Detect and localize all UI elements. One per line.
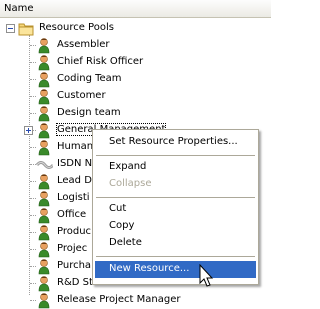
tree-item-label: Customer bbox=[57, 90, 106, 101]
tree-line bbox=[29, 35, 30, 295]
tree-item-label: Chief Risk Officer bbox=[57, 56, 144, 67]
tree-item-label: Coding Team bbox=[57, 73, 122, 84]
tree-item-label: Lead D bbox=[57, 175, 92, 186]
collapse-toggle[interactable] bbox=[6, 24, 15, 33]
context-menu: Set Resource Properties... Expand Collap… bbox=[92, 129, 259, 285]
person-icon bbox=[38, 293, 50, 309]
person-icon bbox=[38, 276, 50, 292]
tree-item-label: Projec bbox=[57, 243, 88, 254]
tree-item-design-team[interactable]: Design team bbox=[30, 105, 256, 122]
tree-item-chief-risk-officer[interactable]: Chief Risk Officer bbox=[30, 54, 256, 71]
menu-item-delete[interactable]: Delete bbox=[95, 235, 256, 252]
tree-item-label: Produc bbox=[57, 226, 92, 237]
person-icon bbox=[38, 259, 50, 275]
tree-item-label: ISDN N bbox=[57, 158, 93, 169]
tree-item-label: Assembler bbox=[57, 39, 110, 50]
tree-root-resource-pools[interactable]: Resource Pools bbox=[4, 20, 204, 37]
tree-item-label: Design team bbox=[57, 107, 121, 118]
menu-separator bbox=[96, 155, 255, 156]
mouse-pointer-icon bbox=[199, 264, 214, 287]
person-icon bbox=[38, 191, 50, 207]
tree-item-label: Purcha bbox=[57, 260, 92, 271]
tree-item-assembler[interactable]: Assembler bbox=[30, 37, 256, 54]
person-icon bbox=[38, 242, 50, 258]
tree-item-label: Release Project Manager bbox=[57, 294, 181, 305]
person-icon bbox=[38, 140, 50, 156]
menu-item-new-resource[interactable]: New Resource... bbox=[95, 261, 256, 278]
menu-item-cut[interactable]: Cut bbox=[95, 201, 256, 218]
person-icon bbox=[38, 123, 50, 139]
menu-item-copy[interactable]: Copy bbox=[95, 218, 256, 235]
tree-root-label: Resource Pools bbox=[39, 22, 114, 33]
column-header[interactable]: Name bbox=[0, 0, 271, 18]
tree-item-release-project-manager[interactable]: Release Project Manager bbox=[30, 292, 256, 309]
expand-toggle[interactable] bbox=[24, 126, 33, 135]
tree-item-label: Human bbox=[57, 141, 94, 152]
menu-item-set-resource-properties[interactable]: Set Resource Properties... bbox=[95, 134, 256, 151]
tree-item-label: Office bbox=[57, 209, 87, 220]
menu-separator bbox=[96, 256, 255, 257]
name-column-label: Name bbox=[4, 3, 34, 14]
person-icon bbox=[38, 38, 50, 54]
tree-item-customer[interactable]: Customer bbox=[30, 88, 256, 105]
person-icon bbox=[38, 208, 50, 224]
tree-item-coding-team[interactable]: Coding Team bbox=[30, 71, 256, 88]
folder-icon bbox=[18, 23, 34, 36]
person-icon bbox=[38, 106, 50, 122]
person-icon bbox=[38, 225, 50, 241]
person-icon bbox=[38, 55, 50, 71]
menu-item-collapse[interactable]: Collapse bbox=[95, 176, 256, 193]
person-icon bbox=[38, 174, 50, 190]
menu-item-expand[interactable]: Expand bbox=[95, 159, 256, 176]
person-icon bbox=[38, 72, 50, 88]
cable-icon bbox=[36, 161, 53, 169]
tree-item-label: Logisti bbox=[57, 192, 90, 203]
person-icon bbox=[38, 89, 50, 105]
menu-separator bbox=[96, 197, 255, 198]
